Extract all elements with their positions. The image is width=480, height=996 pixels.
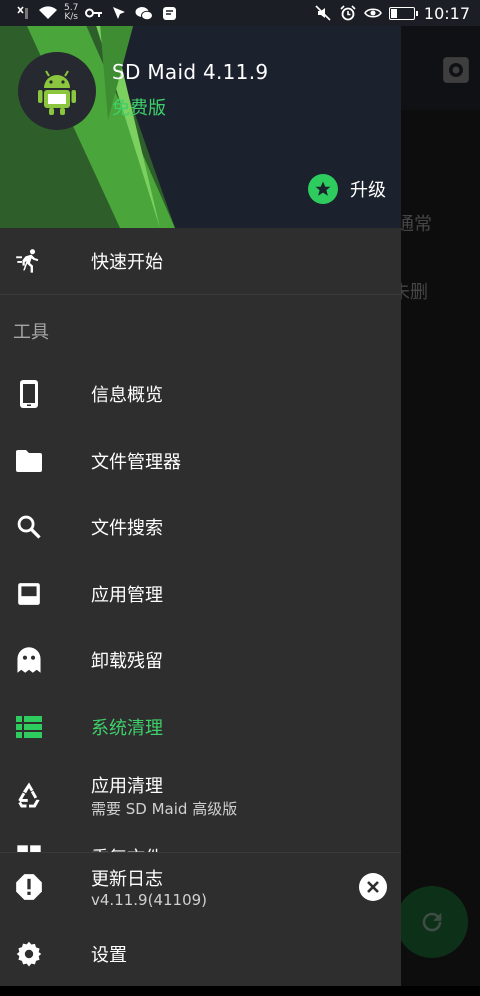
close-icon (367, 881, 379, 893)
app-box-icon (14, 579, 44, 609)
nav-label: 信息概览 (91, 385, 163, 406)
close-button[interactable] (359, 873, 387, 901)
battery-level (390, 8, 398, 18)
alarm-icon (339, 5, 357, 21)
nav-item-settings[interactable]: 设置 (0, 921, 401, 986)
nav-item-device-overview[interactable]: 信息概览 (0, 361, 401, 427)
nav-label: 文件搜索 (91, 518, 163, 539)
net-speed-unit: K/s (64, 12, 78, 22)
nav-label: 应用清理 (91, 776, 163, 797)
version-label: v4.11.9(41109) (91, 891, 208, 909)
message-icon (160, 5, 178, 21)
nav-item-app-cleaner[interactable]: 应用清理 需要 SD Maid 高级版 (0, 762, 401, 828)
navigation-drawer: SD Maid 4.11.9 免费版 升级 快速开始 工具 信息概览 文件管理器 (0, 0, 401, 986)
mute-icon (314, 5, 332, 21)
drawer-footer: 更新日志 v4.11.9(41109) 设置 (0, 852, 401, 986)
nav-item-app-manager[interactable]: 应用管理 (0, 561, 401, 627)
app-title: SD Maid 4.11.9 (112, 60, 269, 84)
nav-item-quick-start[interactable]: 快速开始 (0, 228, 401, 294)
wechat-icon (135, 5, 154, 21)
nav-label: 卸载残留 (91, 651, 163, 672)
location-arrow-icon (110, 5, 128, 21)
gear-icon (14, 939, 44, 969)
phone-icon (14, 379, 44, 409)
upgrade-label: 升级 (350, 180, 386, 201)
search-icon (14, 512, 44, 542)
key-icon (85, 5, 103, 21)
running-man-icon (14, 246, 44, 276)
nav-label: 更新日志 (91, 869, 163, 890)
nav-label: 文件管理器 (91, 452, 181, 473)
recycle-icon (14, 780, 44, 810)
divider (0, 294, 401, 295)
eye-icon (363, 5, 382, 21)
nav-item-system-cleaner[interactable]: 系统清理 (0, 694, 401, 760)
nav-item-corpse-finder[interactable]: 卸载残留 (0, 627, 401, 693)
nav-label: 系统清理 (91, 718, 163, 739)
nav-label: 设置 (91, 945, 127, 966)
sim-x-icon (14, 5, 32, 21)
alert-octagon-icon (14, 872, 44, 902)
premium-required-note: 需要 SD Maid 高级版 (91, 800, 238, 818)
nav-item-changelog[interactable]: 更新日志 v4.11.9(41109) (0, 853, 401, 921)
system-nav-bar (0, 986, 480, 996)
edition-label: 免费版 (112, 98, 166, 119)
status-bar: 5.7 K/s 10:17 (0, 0, 480, 26)
nav-label: 应用管理 (91, 585, 163, 606)
clock: 10:17 (423, 3, 470, 23)
avatar (18, 52, 96, 130)
nav-item-file-manager[interactable]: 文件管理器 (0, 428, 401, 494)
android-maid-icon (38, 70, 76, 115)
upgrade-button[interactable]: 升级 (308, 174, 386, 204)
folder-icon (14, 446, 44, 476)
net-speed: 5.7 K/s (64, 4, 78, 22)
ghost-icon (14, 645, 44, 675)
nav-label: 快速开始 (91, 252, 163, 273)
star-icon (308, 174, 338, 204)
section-header: 工具 (13, 322, 49, 343)
drawer-header: SD Maid 4.11.9 免费版 升级 (0, 0, 401, 228)
list-icon (14, 712, 44, 742)
nav-item-file-search[interactable]: 文件搜索 (0, 494, 401, 560)
wifi-icon (39, 5, 57, 21)
battery-icon (388, 6, 418, 20)
